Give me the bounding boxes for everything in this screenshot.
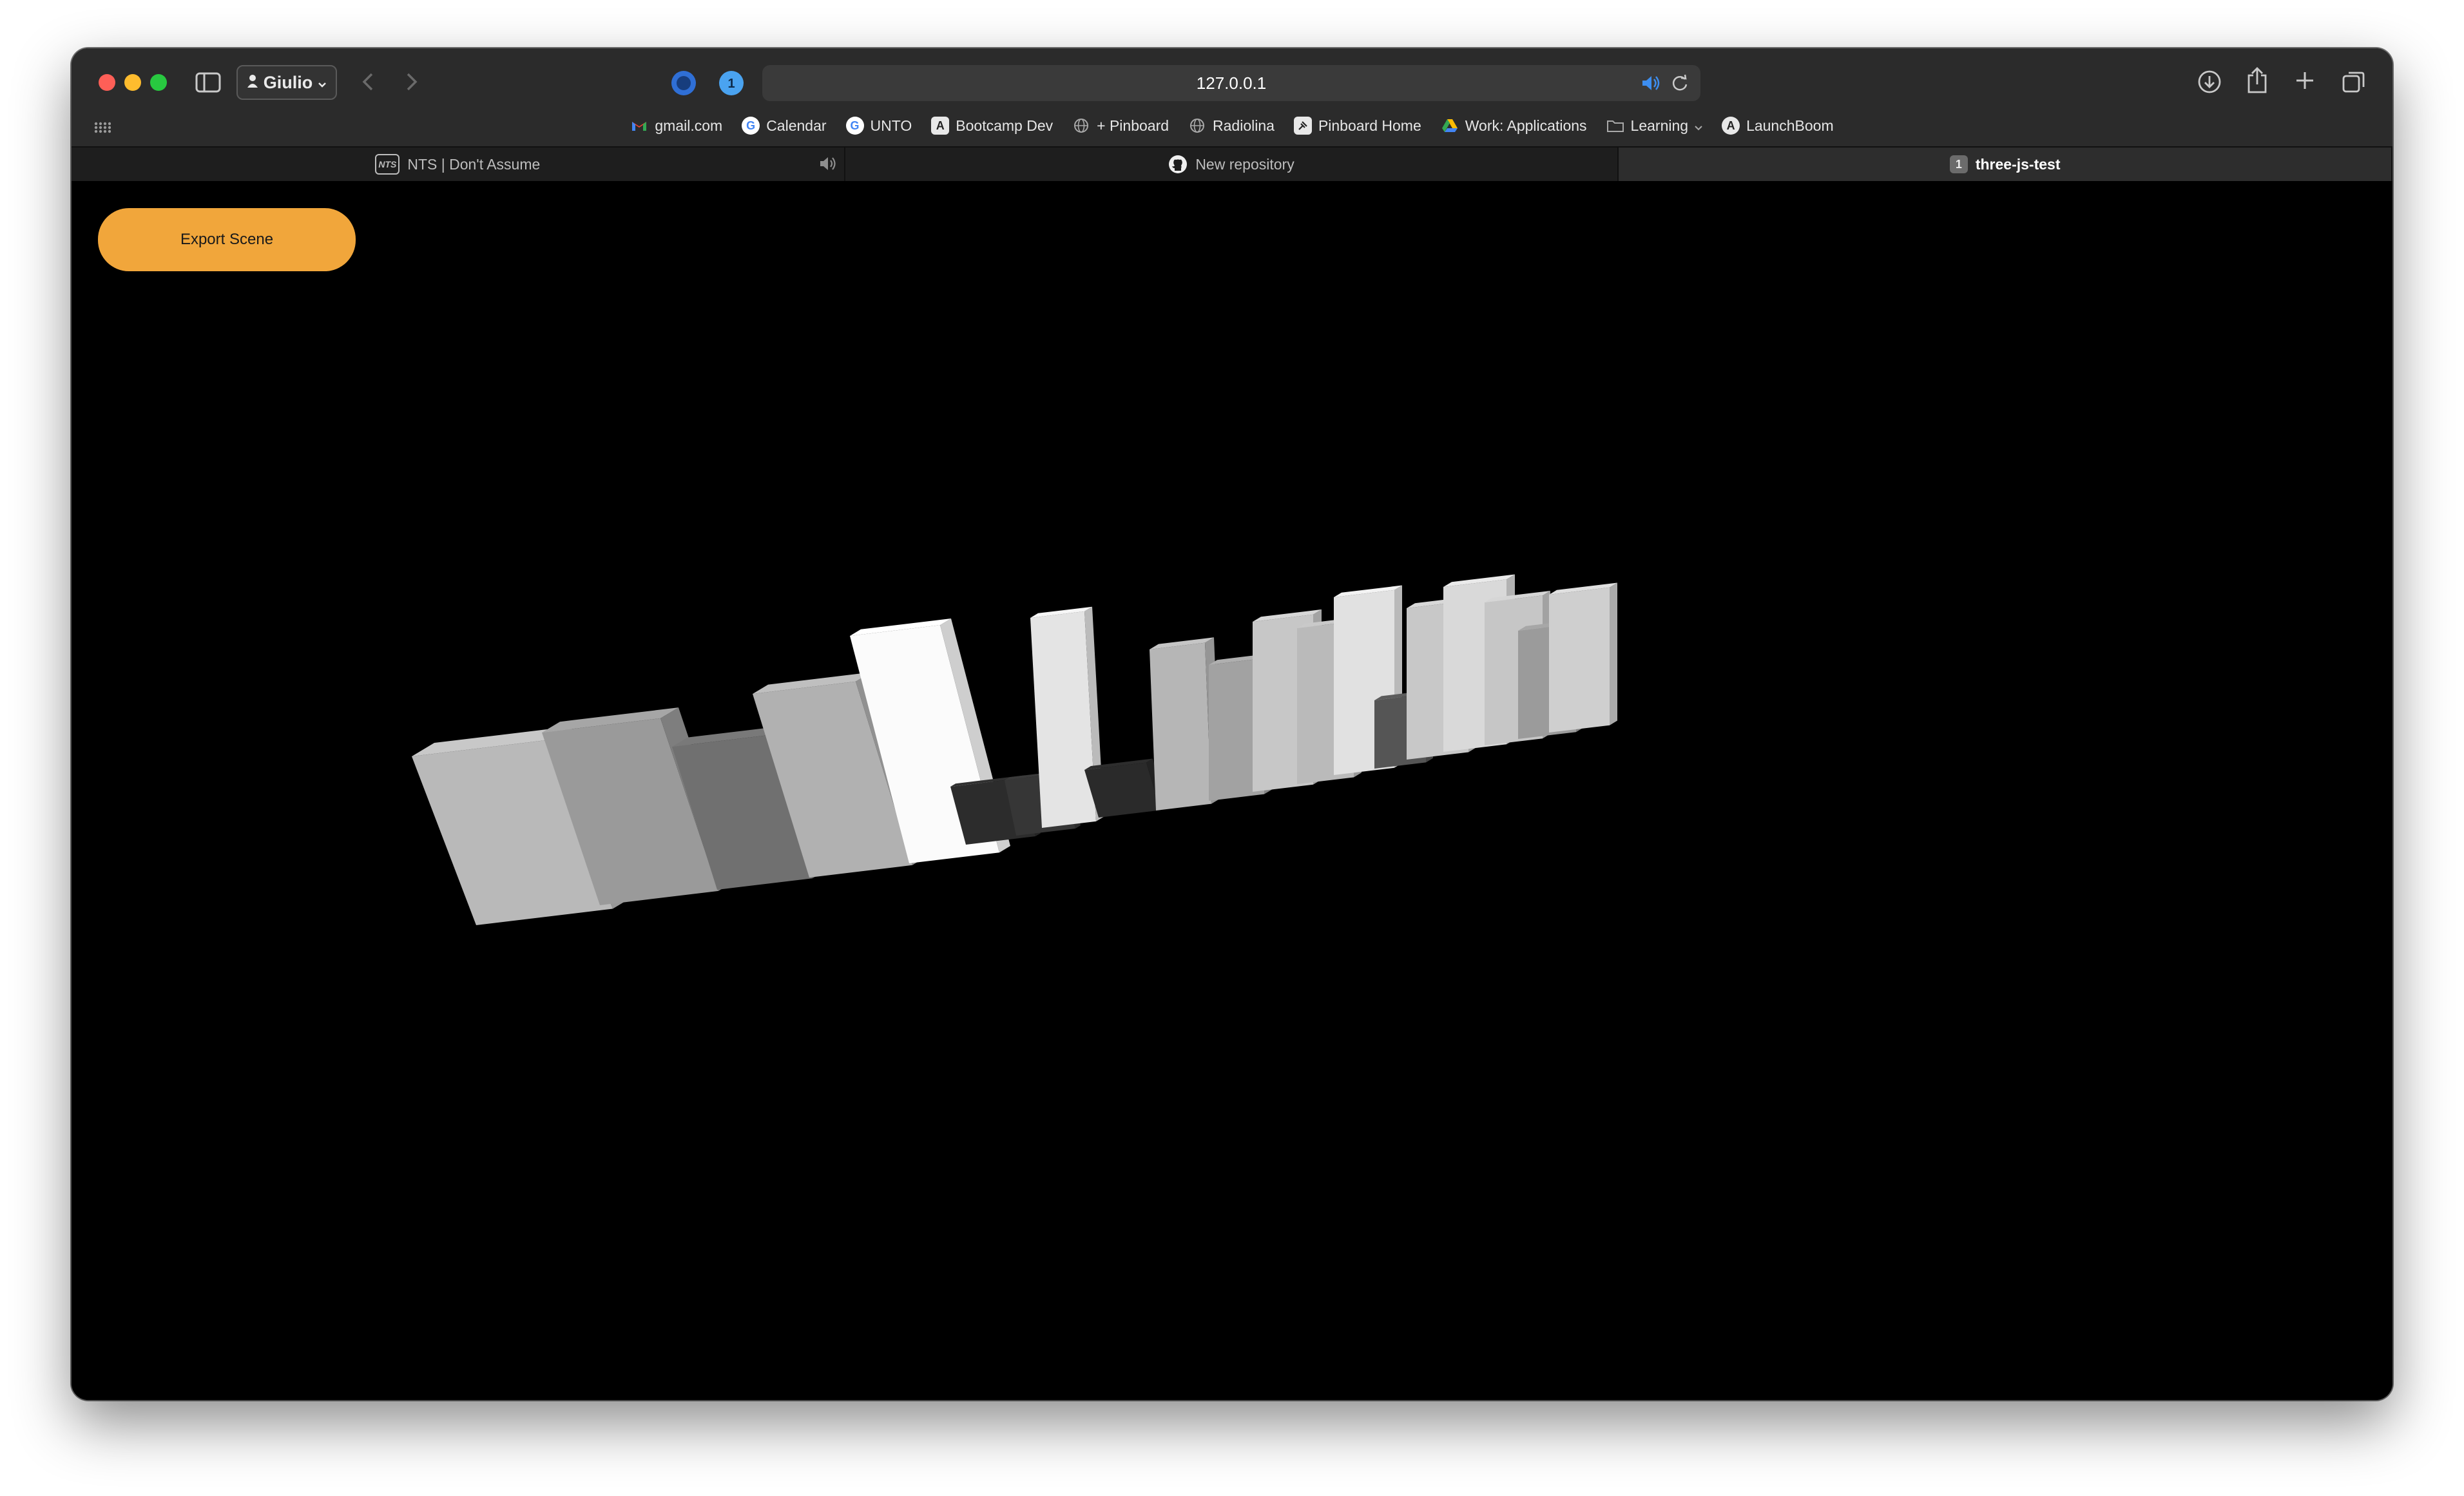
tab-number-badge: 1 bbox=[1949, 155, 1968, 173]
url-text: 127.0.0.1 bbox=[1196, 73, 1267, 93]
bootcamp-icon: A bbox=[931, 117, 950, 135]
export-scene-button[interactable]: Export Scene bbox=[98, 208, 356, 271]
bookmark-label: gmail.com bbox=[655, 117, 723, 134]
share-icon[interactable] bbox=[2243, 65, 2271, 96]
bookmark-launchboom[interactable]: A LaunchBoom bbox=[1722, 117, 1834, 135]
tab-three-js-test[interactable]: 1 three-js-test bbox=[1619, 148, 2392, 181]
bookmarks-bar: gmail.com G Calendar G UNTO A Bootcamp D… bbox=[72, 108, 2392, 144]
bookmark-gmail[interactable]: gmail.com bbox=[630, 117, 722, 135]
bookmark-label: LaunchBoom bbox=[1746, 117, 1834, 134]
scene-bar bbox=[1549, 582, 1617, 733]
new-tab-icon[interactable] bbox=[2292, 68, 2318, 93]
bookmark-label: Radiolina bbox=[1213, 117, 1275, 134]
gmail-icon bbox=[630, 117, 648, 135]
google-icon: G bbox=[742, 117, 760, 135]
profile-name: Giulio bbox=[263, 72, 313, 92]
sidebar-toggle-icon[interactable] bbox=[194, 70, 222, 95]
tab-bar: NTS NTS | Don't Assume New repository 1 … bbox=[72, 146, 2392, 181]
profile-button[interactable]: Giulio bbox=[236, 65, 337, 100]
bookmark-label: Calendar bbox=[766, 117, 827, 134]
launchboom-icon: A bbox=[1722, 117, 1740, 135]
page-content: Export Scene bbox=[72, 181, 2392, 1400]
downloads-icon[interactable] bbox=[2195, 68, 2224, 96]
chevron-down-icon bbox=[318, 73, 327, 93]
audio-playing-icon[interactable] bbox=[1640, 73, 1662, 93]
bookmark-folder-learning[interactable]: Learning bbox=[1606, 117, 1703, 135]
address-bar[interactable]: 127.0.0.1 bbox=[762, 65, 1700, 101]
tab-overview-icon[interactable] bbox=[2340, 68, 2368, 96]
bookmark-pinboard-home[interactable]: Pinboard Home bbox=[1293, 117, 1421, 135]
bookmark-label: Learning bbox=[1630, 117, 1689, 134]
nts-logo-icon: NTS bbox=[375, 154, 400, 175]
extension-icon[interactable] bbox=[669, 69, 698, 97]
tab-label: three-js-test bbox=[1975, 155, 2061, 173]
maximize-window-button[interactable] bbox=[150, 74, 167, 91]
bookmark-radiolina[interactable]: Radiolina bbox=[1188, 117, 1275, 135]
drive-icon bbox=[1441, 117, 1459, 135]
google-icon: G bbox=[845, 117, 864, 135]
bookmark-calendar[interactable]: G Calendar bbox=[742, 117, 827, 135]
back-icon[interactable] bbox=[355, 68, 381, 96]
pin-icon bbox=[1293, 117, 1312, 135]
tab-nts[interactable]: NTS NTS | Don't Assume bbox=[72, 148, 845, 181]
chevron-down-icon bbox=[1695, 117, 1702, 135]
tab-label: NTS | Don't Assume bbox=[407, 155, 541, 173]
forward-icon[interactable] bbox=[399, 68, 425, 96]
github-icon bbox=[1168, 155, 1188, 174]
folder-icon bbox=[1606, 117, 1624, 135]
password-manager-icon[interactable]: 1 bbox=[717, 69, 746, 97]
globe-icon bbox=[1072, 117, 1090, 135]
tab-new-repository[interactable]: New repository bbox=[845, 148, 1619, 181]
browser-window: Giulio 1 127.0.0.1 gmail.com G Calendar … bbox=[72, 48, 2392, 1400]
minimize-window-button[interactable] bbox=[124, 74, 141, 91]
bookmark-label: Pinboard Home bbox=[1318, 117, 1421, 134]
reload-icon[interactable] bbox=[1670, 73, 1690, 93]
speaker-icon[interactable] bbox=[818, 155, 838, 176]
bookmark-label: Bootcamp Dev bbox=[956, 117, 1054, 134]
bookmark-label: Work: Applications bbox=[1465, 117, 1587, 134]
bookmark-label: + Pinboard bbox=[1097, 117, 1169, 134]
browser-toolbar: Giulio 1 127.0.0.1 gmail.com G Calendar … bbox=[72, 48, 2392, 146]
person-icon bbox=[247, 73, 258, 93]
tab-label: New repository bbox=[1195, 155, 1295, 173]
bookmark-bootcamp-dev[interactable]: A Bootcamp Dev bbox=[931, 117, 1053, 135]
bookmark-pinboard-add[interactable]: + Pinboard bbox=[1072, 117, 1169, 135]
close-window-button[interactable] bbox=[99, 74, 115, 91]
bookmark-work-applications[interactable]: Work: Applications bbox=[1441, 117, 1587, 135]
bookmark-label: UNTO bbox=[870, 117, 912, 134]
globe-icon bbox=[1188, 117, 1206, 135]
threejs-canvas[interactable] bbox=[72, 181, 2392, 1400]
svg-text:1: 1 bbox=[727, 77, 735, 91]
bookmark-unto[interactable]: G UNTO bbox=[845, 117, 912, 135]
